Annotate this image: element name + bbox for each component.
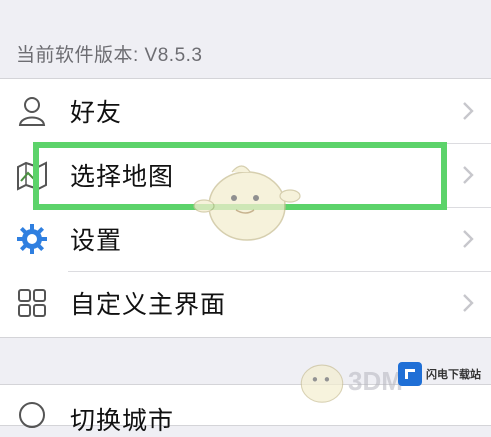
watermark-3dm: 3DM [348, 366, 403, 396]
menu-item-label: 好友 [70, 99, 123, 127]
settings-menu-secondary: 切换城市 [0, 384, 491, 435]
menu-item-label: 设置 [70, 227, 123, 255]
version-text: 当前软件版本: V8.5.3 [16, 45, 203, 66]
person-icon [16, 95, 48, 127]
grid-icon [16, 287, 48, 319]
menu-item-switch-city[interactable]: 切换城市 [0, 385, 491, 435]
chevron-right-icon [461, 165, 475, 185]
chevron-right-icon [461, 293, 475, 313]
menu-item-label: 切换城市 [70, 407, 175, 435]
mascot-watermark-icon [300, 364, 344, 403]
mascot-watermark-icon [193, 165, 301, 241]
site-logo: 闪电下载站 [398, 358, 488, 390]
menu-item-friends[interactable]: 好友 [0, 79, 491, 143]
menu-item-label: 自定义主界面 [70, 291, 227, 319]
city-icon [16, 399, 48, 431]
lightning-logo-icon [398, 362, 422, 386]
chevron-right-icon [461, 101, 475, 121]
menu-item-customize-main[interactable]: 自定义主界面 [0, 271, 491, 335]
chevron-right-icon [461, 229, 475, 249]
site-name: 闪电下载站 [426, 369, 481, 381]
gear-icon [16, 223, 48, 255]
